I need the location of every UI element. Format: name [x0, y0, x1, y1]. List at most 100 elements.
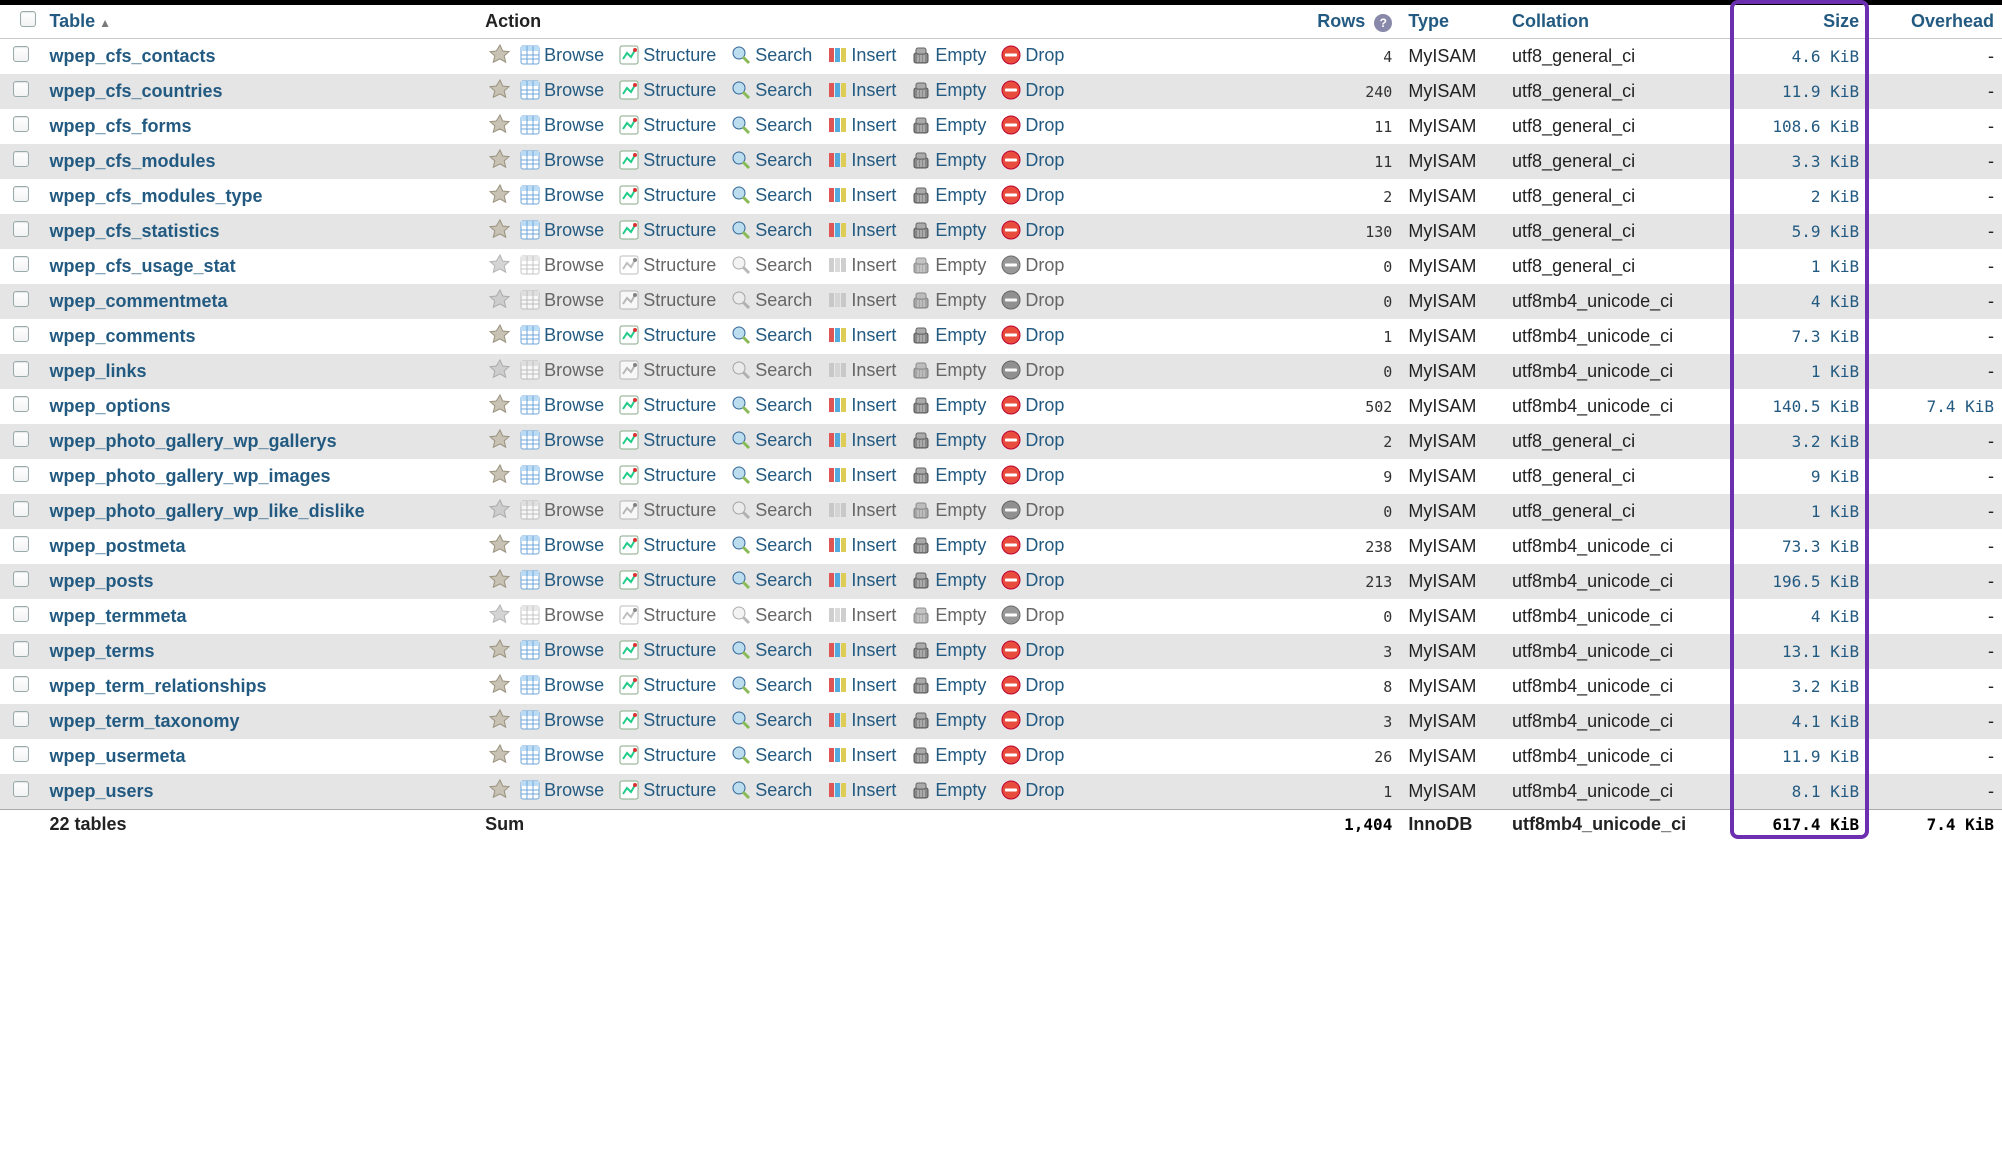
favorite-button[interactable]: [485, 463, 515, 490]
structure-button[interactable]: Structure: [619, 780, 716, 801]
drop-button[interactable]: Drop: [1001, 430, 1064, 451]
empty-button[interactable]: Empty: [911, 500, 986, 521]
search-button[interactable]: Search: [731, 780, 812, 801]
empty-button[interactable]: Empty: [911, 710, 986, 731]
empty-button[interactable]: Empty: [911, 570, 986, 591]
insert-button[interactable]: Insert: [827, 500, 896, 521]
search-button[interactable]: Search: [731, 360, 812, 381]
structure-button[interactable]: Structure: [619, 465, 716, 486]
favorite-button[interactable]: [485, 603, 515, 630]
favorite-button[interactable]: [485, 323, 515, 350]
table-name-link[interactable]: wpep_cfs_usage_stat: [49, 256, 235, 276]
structure-button[interactable]: Structure: [619, 500, 716, 521]
row-checkbox[interactable]: [13, 641, 29, 657]
empty-button[interactable]: Empty: [911, 290, 986, 311]
drop-button[interactable]: Drop: [1001, 395, 1064, 416]
search-button[interactable]: Search: [731, 605, 812, 626]
table-name-link[interactable]: wpep_posts: [49, 571, 153, 591]
row-checkbox[interactable]: [13, 151, 29, 167]
help-icon[interactable]: ?: [1374, 14, 1392, 32]
search-button[interactable]: Search: [731, 570, 812, 591]
table-name-link[interactable]: wpep_cfs_countries: [49, 81, 222, 101]
insert-button[interactable]: Insert: [827, 325, 896, 346]
structure-button[interactable]: Structure: [619, 430, 716, 451]
search-button[interactable]: Search: [731, 290, 812, 311]
favorite-button[interactable]: [485, 183, 515, 210]
drop-button[interactable]: Drop: [1001, 150, 1064, 171]
table-name-link[interactable]: wpep_termmeta: [49, 606, 186, 626]
empty-button[interactable]: Empty: [911, 150, 986, 171]
insert-button[interactable]: Insert: [827, 710, 896, 731]
search-button[interactable]: Search: [731, 500, 812, 521]
sort-table-link[interactable]: Table▲: [49, 11, 111, 31]
empty-button[interactable]: Empty: [911, 360, 986, 381]
empty-button[interactable]: Empty: [911, 80, 986, 101]
favorite-button[interactable]: [485, 428, 515, 455]
drop-button[interactable]: Drop: [1001, 290, 1064, 311]
browse-button[interactable]: Browse: [520, 710, 604, 731]
row-checkbox[interactable]: [13, 676, 29, 692]
favorite-button[interactable]: [485, 393, 515, 420]
row-checkbox[interactable]: [13, 326, 29, 342]
browse-button[interactable]: Browse: [520, 360, 604, 381]
search-button[interactable]: Search: [731, 80, 812, 101]
browse-button[interactable]: Browse: [520, 535, 604, 556]
favorite-button[interactable]: [485, 638, 515, 665]
drop-button[interactable]: Drop: [1001, 115, 1064, 136]
insert-button[interactable]: Insert: [827, 605, 896, 626]
insert-button[interactable]: Insert: [827, 220, 896, 241]
search-button[interactable]: Search: [731, 325, 812, 346]
structure-button[interactable]: Structure: [619, 570, 716, 591]
browse-button[interactable]: Browse: [520, 255, 604, 276]
insert-button[interactable]: Insert: [827, 675, 896, 696]
favorite-button[interactable]: [485, 568, 515, 595]
insert-button[interactable]: Insert: [827, 290, 896, 311]
empty-button[interactable]: Empty: [911, 220, 986, 241]
favorite-button[interactable]: [485, 673, 515, 700]
table-name-link[interactable]: wpep_postmeta: [49, 536, 185, 556]
insert-button[interactable]: Insert: [827, 570, 896, 591]
structure-button[interactable]: Structure: [619, 220, 716, 241]
favorite-button[interactable]: [485, 113, 515, 140]
browse-button[interactable]: Browse: [520, 290, 604, 311]
row-checkbox[interactable]: [13, 466, 29, 482]
insert-button[interactable]: Insert: [827, 115, 896, 136]
browse-button[interactable]: Browse: [520, 640, 604, 661]
table-name-link[interactable]: wpep_terms: [49, 641, 154, 661]
header-checkbox[interactable]: [0, 3, 41, 39]
sort-type-link[interactable]: Type: [1408, 11, 1449, 31]
table-name-link[interactable]: wpep_comments: [49, 326, 195, 346]
search-button[interactable]: Search: [731, 395, 812, 416]
table-name-link[interactable]: wpep_cfs_modules_type: [49, 186, 262, 206]
browse-button[interactable]: Browse: [520, 745, 604, 766]
row-checkbox[interactable]: [13, 186, 29, 202]
drop-button[interactable]: Drop: [1001, 255, 1064, 276]
drop-button[interactable]: Drop: [1001, 535, 1064, 556]
structure-button[interactable]: Structure: [619, 80, 716, 101]
favorite-button[interactable]: [485, 253, 515, 280]
structure-button[interactable]: Structure: [619, 360, 716, 381]
search-button[interactable]: Search: [731, 255, 812, 276]
row-checkbox[interactable]: [13, 536, 29, 552]
row-checkbox[interactable]: [13, 606, 29, 622]
empty-button[interactable]: Empty: [911, 395, 986, 416]
drop-button[interactable]: Drop: [1001, 745, 1064, 766]
drop-button[interactable]: Drop: [1001, 360, 1064, 381]
structure-button[interactable]: Structure: [619, 675, 716, 696]
row-checkbox[interactable]: [13, 781, 29, 797]
browse-button[interactable]: Browse: [520, 465, 604, 486]
search-button[interactable]: Search: [731, 220, 812, 241]
favorite-button[interactable]: [485, 533, 515, 560]
header-overhead[interactable]: Overhead: [1867, 3, 2002, 39]
row-checkbox[interactable]: [13, 291, 29, 307]
row-checkbox[interactable]: [13, 571, 29, 587]
drop-button[interactable]: Drop: [1001, 675, 1064, 696]
favorite-button[interactable]: [485, 498, 515, 525]
insert-button[interactable]: Insert: [827, 255, 896, 276]
favorite-button[interactable]: [485, 218, 515, 245]
drop-button[interactable]: Drop: [1001, 185, 1064, 206]
table-name-link[interactable]: wpep_links: [49, 361, 146, 381]
table-name-link[interactable]: wpep_cfs_contacts: [49, 46, 215, 66]
table-name-link[interactable]: wpep_users: [49, 781, 153, 801]
table-name-link[interactable]: wpep_options: [49, 396, 170, 416]
